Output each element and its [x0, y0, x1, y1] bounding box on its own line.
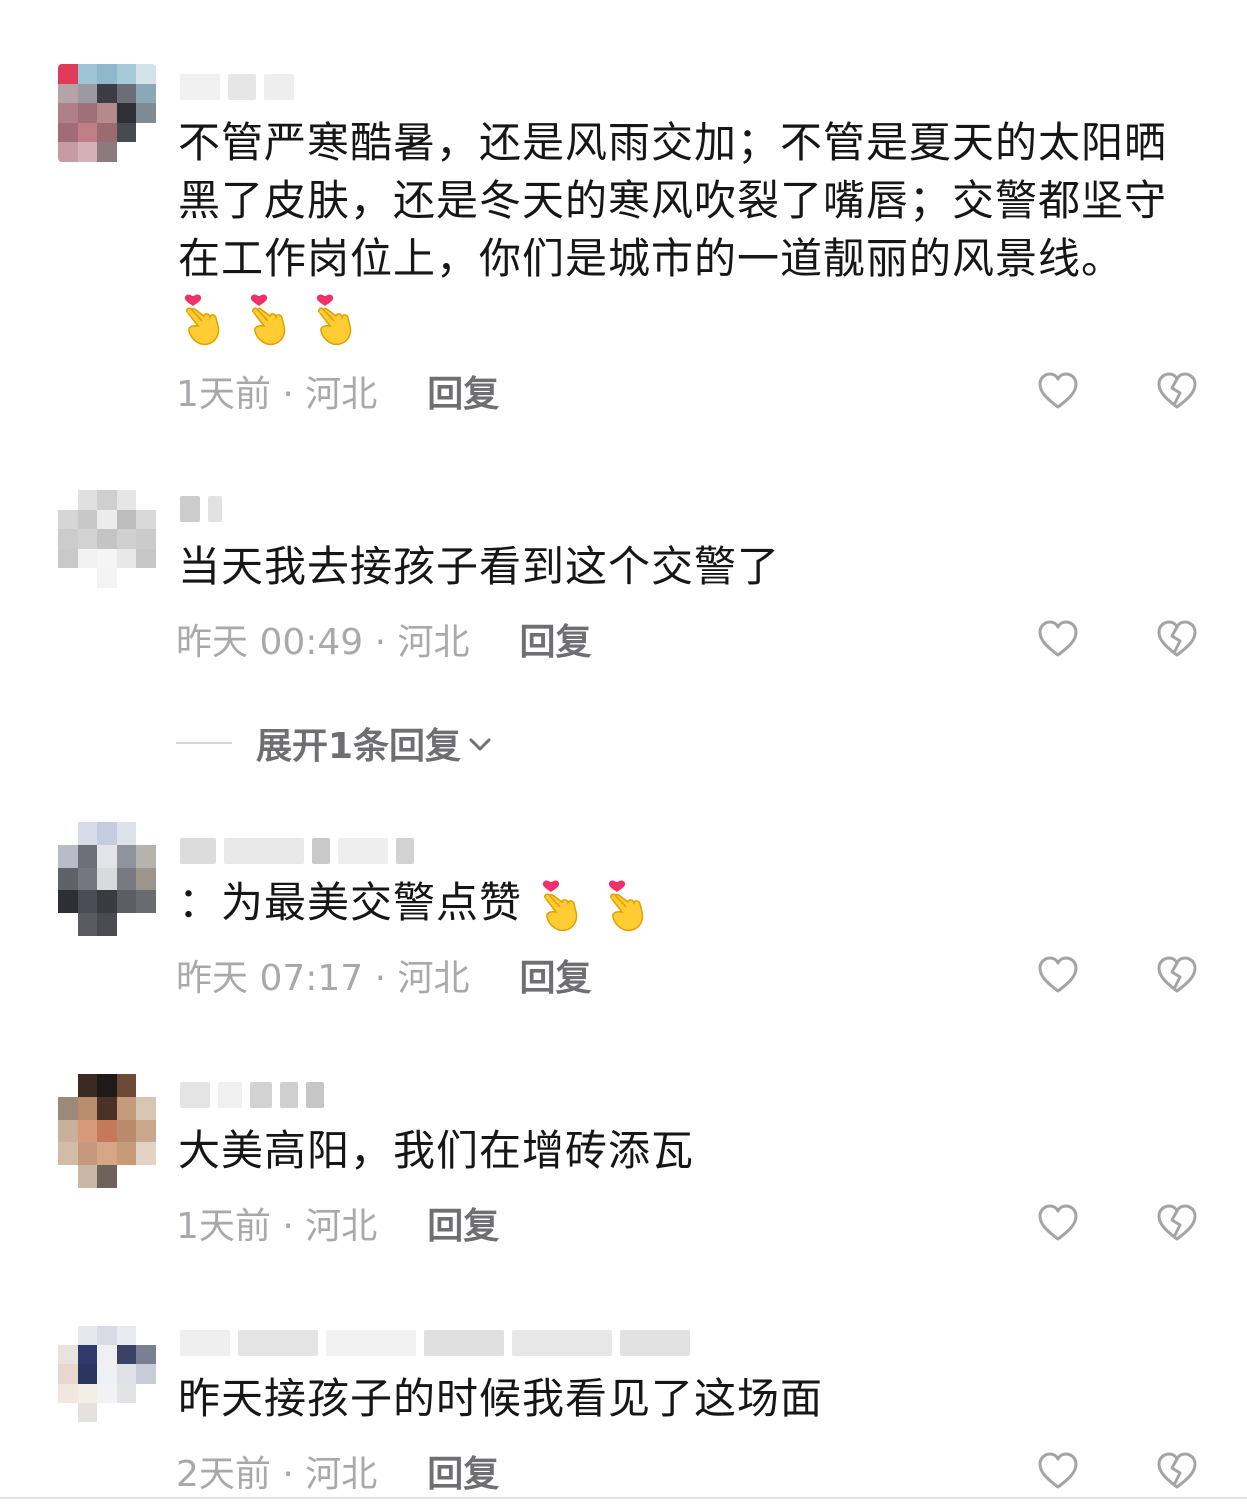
comment-meta: 1天前 · 河北 回复	[176, 1198, 499, 1248]
broken-heart-icon[interactable]	[1155, 369, 1199, 413]
username-redacted[interactable]	[180, 492, 222, 526]
emoji-row	[536, 878, 648, 934]
reply-button[interactable]: 回复	[427, 1197, 499, 1249]
comment-meta: 昨天 07:17 · 河北 回复	[176, 950, 592, 1000]
divider-line	[0, 1497, 1247, 1499]
finger-heart-icon	[178, 292, 224, 348]
comment-time-location: 昨天 07:17 · 河北	[176, 958, 470, 999]
comment-time-location: 1天前 · 河北	[176, 374, 378, 415]
avatar[interactable]	[58, 822, 156, 936]
comment-time-location: 昨天 00:49 · 河北	[176, 622, 470, 663]
finger-heart-icon	[310, 292, 356, 348]
comment-meta: 2天前 · 河北 回复	[176, 1446, 499, 1496]
username-redacted[interactable]	[180, 1078, 324, 1112]
username-redacted[interactable]	[180, 1326, 690, 1360]
heart-outline-icon[interactable]	[1036, 369, 1080, 413]
expand-replies-button[interactable]: 展开1条回复	[176, 718, 495, 768]
avatar[interactable]	[58, 490, 156, 588]
reply-button[interactable]: 回复	[520, 613, 592, 665]
comment-time-location: 2天前 · 河北	[176, 1454, 378, 1495]
reply-button[interactable]: 回复	[520, 949, 592, 1001]
broken-heart-icon[interactable]	[1155, 1449, 1199, 1493]
username-redacted[interactable]	[180, 834, 414, 868]
comment-text: ：为最美交警点赞	[178, 874, 1198, 934]
username-redacted[interactable]	[180, 70, 294, 104]
chevron-down-icon	[465, 728, 495, 758]
finger-heart-icon	[602, 878, 648, 934]
broken-heart-icon[interactable]	[1155, 617, 1199, 661]
comment-text: 昨天接孩子的时候我看见了这场面	[178, 1374, 824, 1423]
heart-outline-icon[interactable]	[1036, 953, 1080, 997]
reply-button[interactable]: 回复	[427, 1445, 499, 1497]
avatar[interactable]	[58, 1074, 156, 1188]
heart-outline-icon[interactable]	[1036, 617, 1080, 661]
expand-replies-label: 展开1条回复	[256, 726, 462, 767]
comment-meta: 1天前 · 河北 回复	[176, 366, 499, 416]
avatar[interactable]	[58, 1326, 156, 1422]
comment-text: 大美高阳，我们在增砖添瓦	[178, 1126, 695, 1175]
finger-heart-icon	[536, 878, 582, 934]
divider-line	[176, 742, 232, 744]
reply-button[interactable]: 回复	[427, 365, 499, 417]
comment-text: 不管严寒酷暑，还是风雨交加；不管是夏天的太阳晒黑了皮肤，还是冬天的寒风吹裂了嘴唇…	[178, 114, 1198, 348]
broken-heart-icon[interactable]	[1155, 953, 1199, 997]
emoji-row	[178, 292, 356, 348]
comment-time-location: 1天前 · 河北	[176, 1206, 378, 1247]
comment-text: 当天我去接孩子看到这个交警了	[178, 542, 781, 591]
finger-heart-icon	[244, 292, 290, 348]
heart-outline-icon[interactable]	[1036, 1449, 1080, 1493]
heart-outline-icon[interactable]	[1036, 1201, 1080, 1245]
comment-meta: 昨天 00:49 · 河北 回复	[176, 614, 592, 664]
broken-heart-icon[interactable]	[1155, 1201, 1199, 1245]
avatar[interactable]	[58, 64, 156, 162]
